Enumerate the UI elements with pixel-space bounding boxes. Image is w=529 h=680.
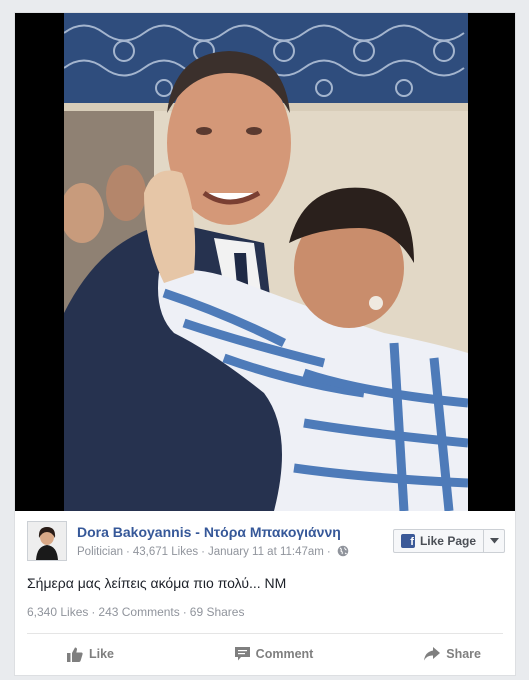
comment-button[interactable]: Comment (205, 637, 343, 671)
chevron-down-icon (489, 538, 499, 544)
post-action-bar: Like Comment Share (27, 637, 503, 671)
like-button[interactable]: Like (27, 637, 205, 671)
post-timestamp-link[interactable]: January 11 at 11:47am (208, 546, 324, 558)
likes-count-link[interactable]: 6,340 Likes (27, 605, 88, 619)
comment-label: Comment (255, 647, 314, 661)
page-category: Politician (77, 546, 124, 558)
page-likes-count: 43,671 Likes (132, 546, 199, 558)
share-arrow-icon (424, 647, 441, 661)
divider (27, 633, 503, 634)
like-label: Like (89, 647, 115, 661)
like-page-main[interactable]: f Like Page (394, 530, 483, 552)
post-meta: Politician · 43,671 Likes · January 11 at 11… (77, 545, 349, 558)
globe-icon[interactable] (337, 545, 349, 557)
post-photo-frame[interactable] (15, 13, 515, 511)
like-page-button[interactable]: f Like Page (392, 529, 505, 553)
thumbs-up-icon (67, 647, 83, 662)
avatar[interactable] (27, 521, 67, 561)
comments-count-link[interactable]: 243 Comments (98, 605, 179, 619)
page-name-link[interactable]: Dora Bakoyannis - Ντόρα Μπακογιάννη (77, 524, 341, 540)
like-page-dropdown[interactable] (483, 530, 504, 552)
facebook-logo-icon: f (400, 534, 415, 548)
post-photo[interactable] (64, 13, 468, 511)
post-header: Dora Bakoyannis - Ντόρα Μπακογιάννη Poli… (27, 521, 505, 565)
post-card: Dora Bakoyannis - Ντόρα Μπακογιάννη Poli… (14, 12, 516, 676)
post-stats: 6,340 Likes · 243 Comments · 69 Shares (27, 605, 245, 619)
shares-count-link[interactable]: 69 Shares (190, 605, 245, 619)
post-message: Σήμερα μας λείπεις ακόμα πιο πολύ... ΝΜ (27, 575, 287, 591)
photo-illustration (64, 13, 468, 511)
share-label: Share (446, 647, 481, 661)
comment-bubble-icon (234, 647, 250, 661)
share-button[interactable]: Share (343, 637, 503, 671)
avatar-portrait-icon (28, 522, 66, 560)
like-page-label: Like Page (419, 534, 476, 548)
